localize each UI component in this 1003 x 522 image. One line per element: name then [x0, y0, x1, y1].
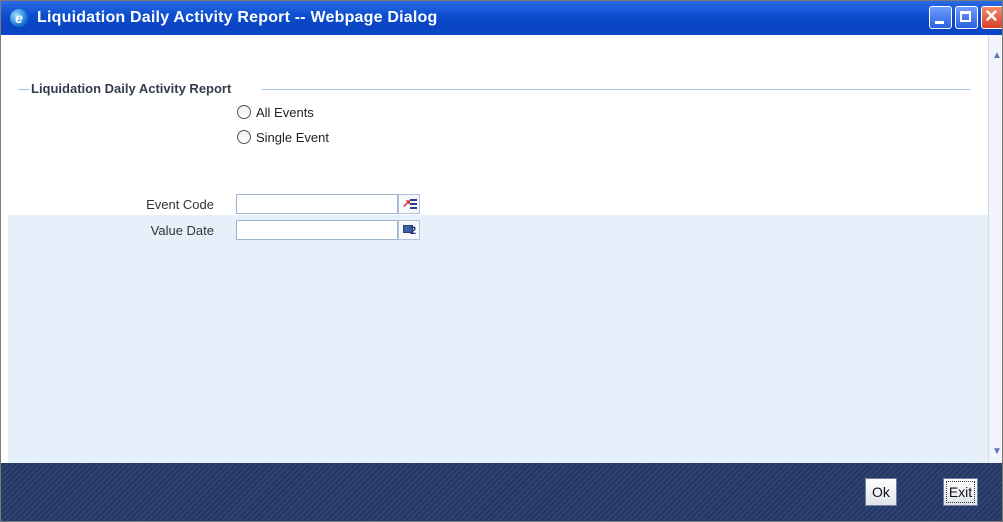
radio-label-single-event: Single Event	[256, 129, 329, 145]
close-button[interactable]	[981, 3, 1002, 29]
radio-button[interactable]	[237, 105, 251, 119]
value-date-input[interactable]	[236, 220, 398, 240]
ie-icon: e	[10, 9, 28, 27]
scroll-down-arrow-icon[interactable]: ▼	[991, 445, 1002, 459]
ok-button[interactable]: Ok	[865, 478, 897, 506]
event-code-input[interactable]	[236, 194, 398, 214]
dialog-footer	[1, 463, 1002, 521]
minimize-button[interactable]	[929, 6, 952, 29]
fieldset-border-left	[18, 89, 30, 90]
value-date-calendar-button[interactable]: 2	[398, 220, 420, 240]
event-code-lov-button[interactable]: ↗	[398, 194, 420, 214]
form-panel	[8, 215, 988, 463]
dialog-content: Liquidation Daily Activity Report All Ev…	[8, 35, 988, 463]
scroll-up-arrow-icon[interactable]: ▲	[991, 49, 1002, 63]
fieldset-legend: Liquidation Daily Activity Report	[31, 81, 232, 96]
maximize-button[interactable]	[955, 6, 978, 29]
title-bar: e Liquidation Daily Activity Report -- W…	[1, 1, 1002, 35]
calendar-number-icon: 2	[410, 225, 417, 237]
radio-all-events[interactable]: All Events	[237, 103, 314, 121]
radio-single-event[interactable]: Single Event	[237, 128, 329, 146]
window-title: Liquidation Daily Activity Report -- Web…	[37, 9, 438, 26]
fieldset-border-right	[262, 89, 970, 90]
radio-label-all-events: All Events	[256, 104, 314, 120]
value-date-label: Value Date	[150, 223, 214, 238]
dialog-window: e Liquidation Daily Activity Report -- W…	[0, 0, 1003, 522]
list-lines-icon	[410, 199, 417, 209]
event-code-label: Event Code	[146, 197, 214, 212]
vertical-scrollbar[interactable]: ▲ ▼	[988, 35, 1002, 463]
exit-button[interactable]: Exit	[943, 478, 978, 506]
radio-button[interactable]	[237, 130, 251, 144]
